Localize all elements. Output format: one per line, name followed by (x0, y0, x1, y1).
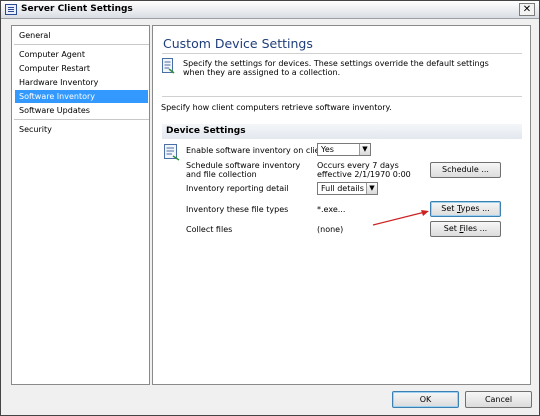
enable-inventory-value: Yes (321, 145, 334, 154)
section-divider (162, 96, 522, 97)
sidebar-item-general[interactable]: General (15, 29, 148, 42)
chevron-down-icon: ▼ (359, 144, 370, 155)
set-files-button[interactable]: Set Files ... (430, 221, 501, 237)
schedule-label: Schedule software inventory and file col… (186, 161, 301, 179)
set-types-text-end: ypes ... (460, 204, 490, 213)
schedule-button[interactable]: Schedule ... (430, 162, 501, 178)
sidebar-item-software-inventory[interactable]: Software Inventory (15, 90, 148, 103)
reporting-detail-label: Inventory reporting detail (186, 184, 289, 193)
collect-files-value: (none) (317, 225, 344, 234)
sidebar-item-software-updates[interactable]: Software Updates (15, 104, 148, 117)
sidebar-item-computer-restart[interactable]: Computer Restart (15, 62, 148, 75)
cancel-button[interactable]: Cancel (465, 391, 532, 408)
retrieve-description: Specify how client computers retrieve so… (161, 103, 392, 112)
window-title: Server Client Settings (21, 4, 133, 14)
content-pane: Custom Device Settings Specify the setti… (152, 25, 531, 385)
sidebar-divider (14, 44, 149, 45)
sidebar-item-hardware-inventory[interactable]: Hardware Inventory (15, 76, 148, 89)
settings-document-icon (162, 58, 175, 74)
set-files-text-end: iles ... (463, 224, 488, 233)
enable-inventory-label: Enable software inventory on clients (186, 146, 332, 155)
sidebar-divider (14, 119, 149, 120)
ok-button[interactable]: OK (392, 391, 459, 408)
annotation-arrow-icon (372, 210, 429, 226)
set-types-button[interactable]: Set Types ... (430, 201, 501, 217)
title-bar: Server Client Settings ✕ (1, 1, 539, 19)
enable-inventory-select[interactable]: Yes ▼ (317, 143, 371, 156)
server-client-settings-dialog: Server Client Settings ✕ General Compute… (0, 0, 540, 416)
schedule-value: Occurs every 7 days effective 2/1/1970 0… (317, 161, 411, 179)
reporting-detail-select[interactable]: Full details ▼ (317, 182, 378, 195)
set-files-text: Set (443, 224, 460, 233)
sidebar-item-computer-agent[interactable]: Computer Agent (15, 48, 148, 61)
file-types-label: Inventory these file types (186, 205, 289, 214)
settings-window-icon (5, 4, 17, 15)
reporting-detail-value: Full details (321, 184, 364, 193)
intro-description: Specify the settings for devices. These … (183, 59, 489, 77)
device-settings-group: Device Settings Enable software inventor… (162, 124, 522, 244)
chevron-down-icon: ▼ (366, 183, 377, 194)
collect-files-label: Collect files (186, 225, 233, 234)
heading-divider (162, 53, 522, 54)
page-title: Custom Device Settings (163, 36, 313, 51)
settings-sidebar: General Computer Agent Computer Restart … (11, 25, 150, 385)
sidebar-item-security[interactable]: Security (15, 123, 148, 136)
device-settings-header: Device Settings (162, 124, 522, 139)
close-button[interactable]: ✕ (519, 3, 535, 16)
file-types-value: *.exe... (317, 205, 346, 214)
device-settings-icon (164, 144, 180, 161)
set-types-text: Set (441, 204, 457, 213)
